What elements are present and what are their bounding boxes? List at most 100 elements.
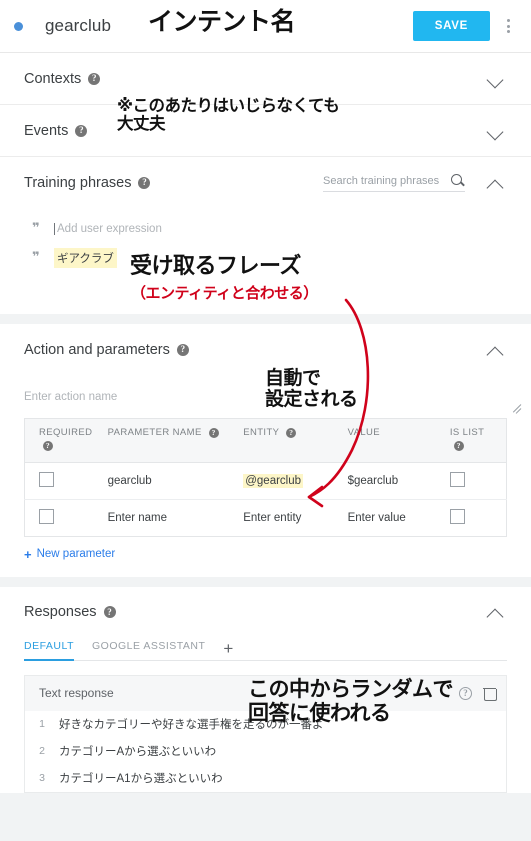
cell-value-placeholder[interactable]: Enter value [342, 499, 444, 536]
list-item[interactable]: 3 カテゴリーA1から選ぶといいわ [25, 765, 506, 792]
th-parameter-name: PARAMETER NAME ? [101, 418, 238, 463]
help-icon[interactable]: ? [138, 176, 151, 189]
cell-entity-placeholder[interactable]: Enter entity [237, 499, 341, 536]
add-user-expression-row[interactable]: ❞ Add user expression [24, 214, 507, 243]
list-item-number: 3 [39, 772, 45, 785]
cell-is-list [443, 462, 507, 500]
add-user-expression-placeholder: Add user expression [54, 222, 162, 235]
card-action-parameters: Action and parameters ? Enter action nam… [0, 324, 531, 577]
quote-icon: ❞ [32, 250, 40, 265]
card-divider [0, 576, 531, 587]
responses-title: Responses [24, 604, 97, 621]
section-responses: Responses ? DEFAULT GOOGLE ASSISTANT + T… [0, 587, 531, 793]
responses-header: Responses ? [24, 587, 507, 638]
tab-default[interactable]: DEFAULT [24, 640, 74, 661]
text-response-list: 1 好きなカテゴリーや好きな選手権を走るのが一番よ 2 カテゴリーAから選ぶとい… [24, 710, 507, 793]
agent-status-dot [14, 21, 23, 31]
chevron-up-icon[interactable] [485, 601, 507, 623]
cell-required [25, 499, 102, 536]
cell-parameter-name[interactable]: gearclub [101, 462, 238, 500]
add-tab-button[interactable]: + [223, 640, 233, 661]
th-entity: ENTITY ? [237, 418, 342, 463]
section-events: Events ? [0, 105, 531, 157]
help-icon[interactable]: ? [103, 606, 116, 619]
cell-required [24, 462, 102, 500]
th-is-list: IS LIST ? [443, 418, 507, 463]
quote-icon: ❞ [32, 221, 40, 236]
list-item-text[interactable]: 好きなカテゴリーや好きな選手権を走るのが一番よ [59, 716, 324, 732]
table-header-row: REQUIRED ? PARAMETER NAME ? ENTITY ? VAL… [24, 418, 507, 463]
cell-value[interactable]: $gearclub [341, 462, 444, 500]
app-header: gearclub SAVE [0, 0, 531, 53]
chevron-up-icon[interactable] [485, 339, 507, 361]
action-name-field[interactable]: Enter action name [24, 375, 522, 418]
new-parameter-label: New parameter [36, 548, 116, 561]
new-parameter-button[interactable]: + New parameter [24, 537, 507, 577]
card-responses: Responses ? DEFAULT GOOGLE ASSISTANT + T… [0, 586, 531, 793]
card-divider [0, 314, 531, 324]
th-required-label: REQUIRED [39, 427, 93, 438]
required-checkbox[interactable] [39, 508, 54, 524]
training-phrases-list: ❞ Add user expression ❞ ギアクラブ [24, 208, 507, 314]
plus-icon: + [24, 546, 32, 562]
save-button[interactable]: SAVE [412, 11, 490, 41]
table-row[interactable]: gearclub @gearclub $gearclub [24, 462, 507, 500]
text-response-header: Text response ? [24, 674, 507, 711]
help-icon[interactable]: ? [176, 343, 189, 356]
th-entity-label: ENTITY [243, 427, 280, 438]
search-training-phrases[interactable] [323, 173, 465, 192]
events-title: Events [24, 122, 69, 139]
entity-value: @gearclub [243, 473, 304, 488]
list-item-text[interactable]: カテゴリーA1から選ぶといいわ [59, 770, 223, 786]
help-icon[interactable]: ? [208, 427, 219, 438]
list-item[interactable]: 1 好きなカテゴリーや好きな選手権を走るのが一番よ [25, 711, 506, 738]
th-required: REQUIRED ? [24, 418, 102, 463]
chevron-down-icon[interactable] [485, 68, 507, 90]
th-parameter-name-label: PARAMETER NAME [107, 427, 202, 438]
agent-name: gearclub [45, 16, 112, 35]
is-list-checkbox[interactable] [449, 508, 465, 524]
cell-is-list [444, 499, 507, 536]
list-item[interactable]: 2 カテゴリーAから選ぶといいわ [25, 738, 506, 765]
help-icon[interactable]: ? [459, 686, 472, 700]
text-response-label: Text response [39, 686, 114, 701]
tab-google-assistant[interactable]: GOOGLE ASSISTANT [92, 640, 205, 661]
list-item-text[interactable]: カテゴリーAから選ぶといいわ [59, 743, 216, 759]
contexts-title: Contexts [24, 70, 82, 87]
resize-grip-icon[interactable] [509, 402, 522, 414]
required-checkbox[interactable] [39, 471, 54, 487]
section-action-parameters: Action and parameters ? Enter action nam… [0, 324, 531, 577]
help-icon[interactable]: ? [286, 427, 297, 438]
response-tabs: DEFAULT GOOGLE ASSISTANT + [24, 638, 507, 661]
chevron-up-icon[interactable] [485, 172, 507, 194]
events-header[interactable]: Events ? [24, 105, 507, 156]
action-parameters-header: Action and parameters ? [24, 324, 507, 375]
more-vert-icon[interactable] [497, 19, 519, 33]
search-icon[interactable] [451, 173, 465, 188]
delete-icon[interactable] [483, 686, 497, 701]
th-value-label: VALUE [347, 427, 381, 438]
help-icon[interactable]: ? [43, 440, 53, 451]
training-phrases-title: Training phrases [24, 174, 132, 191]
cell-entity[interactable]: @gearclub [237, 462, 342, 500]
action-name-placeholder: Enter action name [24, 390, 118, 403]
parameters-table: REQUIRED ? PARAMETER NAME ? ENTITY ? VAL… [24, 418, 507, 537]
search-input[interactable] [323, 174, 445, 187]
action-parameters-title: Action and parameters [24, 341, 170, 358]
help-icon[interactable]: ? [453, 440, 464, 451]
list-item-number: 2 [39, 745, 45, 758]
card-top: Contexts ? Events ? Training phrases ? S… [0, 53, 531, 314]
chevron-down-icon[interactable] [485, 120, 507, 142]
help-icon[interactable]: ? [88, 72, 101, 85]
contexts-header[interactable]: Contexts ? [24, 53, 507, 104]
training-phrase-item[interactable]: ❞ ギアクラブ [24, 243, 507, 272]
help-icon[interactable]: ? [75, 124, 88, 137]
training-phrase-text: ギアクラブ [54, 247, 117, 268]
cell-parameter-name-placeholder[interactable]: Enter name [102, 499, 238, 536]
is-list-checkbox[interactable] [449, 471, 465, 487]
section-training-phrases: Training phrases ? ❞ Add user expression… [0, 157, 531, 314]
th-is-list-label: IS LIST [449, 427, 485, 438]
th-value: VALUE [341, 418, 444, 463]
table-row[interactable]: Enter name Enter entity Enter value [25, 499, 507, 536]
list-item-number: 1 [39, 718, 45, 731]
